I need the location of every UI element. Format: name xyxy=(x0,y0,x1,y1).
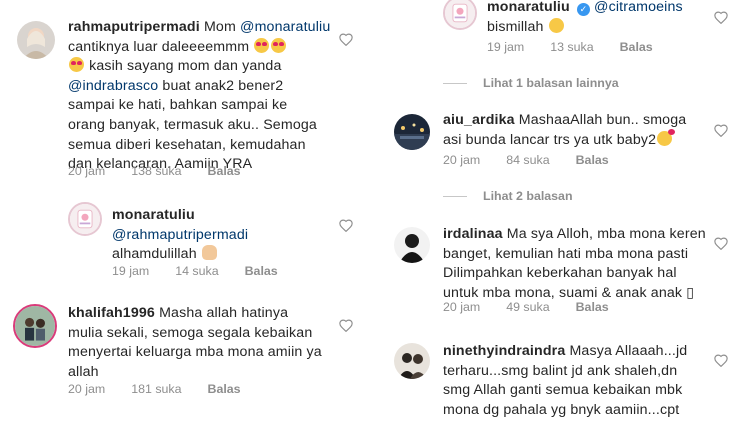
comment-time: 20 jam xyxy=(443,153,481,167)
reply-likes[interactable]: 14 suka xyxy=(175,264,218,278)
comment-likes[interactable]: 49 suka xyxy=(506,300,549,314)
reply-button[interactable]: Balas xyxy=(576,300,609,314)
comment-likes[interactable]: 181 suka xyxy=(131,382,181,396)
like-heart-icon[interactable] xyxy=(339,319,353,332)
reply-username[interactable]: monaratuliu xyxy=(487,0,570,15)
like-heart-icon[interactable] xyxy=(714,354,728,367)
reply-button[interactable]: Balas xyxy=(245,264,278,278)
comment-time: 20 jam xyxy=(68,164,106,178)
smiling-hearts-emoji xyxy=(657,128,676,146)
avatar[interactable] xyxy=(17,21,55,59)
mention-link[interactable]: @indrabrasco xyxy=(68,78,158,94)
reply-meta: 19 jam 14 suka Balas xyxy=(112,264,304,278)
heart-eyes-emoji xyxy=(254,37,270,53)
verified-badge-icon: ✓ xyxy=(576,3,590,16)
comment-username[interactable]: aiu_ardika xyxy=(443,112,515,128)
reply-button[interactable]: Balas xyxy=(576,153,609,167)
avatar[interactable] xyxy=(13,304,57,348)
like-heart-icon[interactable] xyxy=(714,11,728,24)
reply-button[interactable]: Balas xyxy=(620,40,653,54)
comment-meta: 20 jam 138 suka Balas xyxy=(68,164,267,178)
reply-button[interactable]: Balas xyxy=(208,164,241,178)
mention-link[interactable]: @rahmaputripermadi xyxy=(112,227,248,243)
pray-emoji xyxy=(201,245,217,261)
avatar[interactable] xyxy=(394,343,430,379)
heart-eyes-emoji xyxy=(271,37,287,53)
reply-time: 19 jam xyxy=(487,40,525,54)
reply-username[interactable]: monaratuliu xyxy=(112,207,195,223)
divider-line xyxy=(443,83,467,85)
like-heart-icon[interactable] xyxy=(714,237,728,250)
comment-username[interactable]: irdalinaa xyxy=(443,226,503,242)
comment-likes[interactable]: 138 suka xyxy=(131,164,181,178)
reply-meta: 19 jam 13 suka Balas xyxy=(487,40,679,54)
like-heart-icon[interactable] xyxy=(339,33,353,46)
avatar[interactable] xyxy=(443,0,477,30)
comment-text: khalifah1996 Masha allah hatinya mulia s… xyxy=(68,305,322,380)
comment-meta: 20 jam 84 suka Balas xyxy=(443,153,635,167)
right-comments-panel: monaratuliu ✓ @citramoeins bismillah 19 … xyxy=(375,0,750,421)
mention-link[interactable]: @citramoeins xyxy=(594,0,683,15)
comment-username[interactable]: rahmaputripermadi xyxy=(68,19,200,35)
like-heart-icon[interactable] xyxy=(339,219,353,232)
reply-likes[interactable]: 13 suka xyxy=(550,40,593,54)
comment-text: irdalinaa Ma sya Alloh, mba mona keren b… xyxy=(443,226,706,301)
comment-text: rahmaputripermadi Mom @monaratuliu canti… xyxy=(68,19,331,173)
reply-text: monaratuliu @rahmaputripermadi alhamduli… xyxy=(112,207,249,263)
hug-emoji xyxy=(548,17,564,33)
comment-meta: 20 jam 181 suka Balas xyxy=(68,382,267,396)
comment-username[interactable]: khalifah1996 xyxy=(68,305,155,321)
like-heart-icon[interactable] xyxy=(714,124,728,137)
reply-button[interactable]: Balas xyxy=(208,382,241,396)
avatar[interactable] xyxy=(394,227,430,263)
view-replies-button[interactable]: Lihat 2 balasan xyxy=(443,189,573,203)
comment-meta: 20 jam 49 suka Balas xyxy=(443,300,635,314)
avatar[interactable] xyxy=(394,114,430,150)
view-more-replies-button[interactable]: Lihat 1 balasan lainnya xyxy=(443,76,619,90)
divider-line xyxy=(443,196,467,198)
comment-text: aiu_ardika MashaaAllah bun.. smoga asi b… xyxy=(443,112,687,148)
reply-time: 19 jam xyxy=(112,264,150,278)
comment-time: 20 jam xyxy=(443,300,481,314)
panel-divider xyxy=(365,0,375,421)
comment-time: 20 jam xyxy=(68,382,106,396)
mention-link[interactable]: @monaratuliu xyxy=(240,19,330,35)
comment-username[interactable]: ninethyindraindra xyxy=(443,343,565,359)
comment-likes[interactable]: 84 suka xyxy=(506,153,549,167)
left-comments-panel: rahmaputripermadi Mom @monaratuliu canti… xyxy=(0,0,365,421)
avatar[interactable] xyxy=(68,202,102,236)
reply-text: monaratuliu ✓ @citramoeins bismillah xyxy=(487,0,683,35)
heart-eyes-emoji xyxy=(69,57,84,73)
comment-text: ninethyindraindra Masya Allaaah...jd ter… xyxy=(443,343,688,418)
